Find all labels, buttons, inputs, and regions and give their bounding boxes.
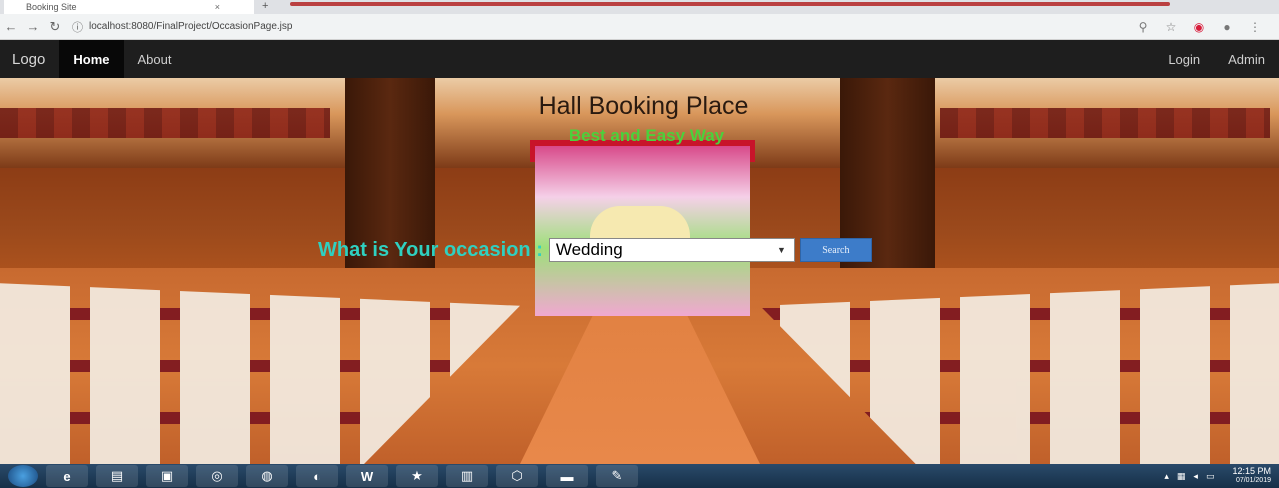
start-button-icon[interactable] xyxy=(8,465,38,487)
media-icon[interactable]: ▣ xyxy=(146,465,188,487)
word-icon[interactable]: W xyxy=(346,465,388,487)
menu-icon[interactable]: ⋮ xyxy=(1241,20,1269,34)
tab-close-icon[interactable]: × xyxy=(215,2,220,12)
virtualbox-icon[interactable]: ⬡ xyxy=(496,465,538,487)
tray-up-arrow-icon[interactable]: ▴ xyxy=(1164,471,1169,482)
browser-tab[interactable]: Booking Site × xyxy=(4,0,254,14)
browser-tabstrip: Booking Site × + xyxy=(0,0,1279,14)
extension-icon[interactable]: ◉ xyxy=(1185,20,1213,34)
system-tray: ▴ ▦ ◂ ▭ 12:15 PM 07/01/2019 xyxy=(1156,466,1279,486)
taskbar-clock[interactable]: 12:15 PM 07/01/2019 xyxy=(1224,466,1271,486)
office-icon[interactable]: ▥ xyxy=(446,465,488,487)
nav-item-login[interactable]: Login xyxy=(1154,40,1214,78)
zoom-icon[interactable]: ⚲ xyxy=(1129,20,1157,34)
info-icon[interactable]: ⓘ xyxy=(72,19,83,35)
tab-title: Booking Site xyxy=(26,2,77,12)
ie-icon[interactable]: e xyxy=(46,465,88,487)
tab-accent-bar xyxy=(290,2,1170,6)
terminal-icon[interactable]: ▬ xyxy=(546,465,588,487)
explorer-icon[interactable]: ▤ xyxy=(96,465,138,487)
star-app-icon[interactable]: ★ xyxy=(396,465,438,487)
nav-item-about[interactable]: About xyxy=(124,40,186,78)
url-field[interactable]: ⓘ localhost:8080/FinalProject/OccasionPa… xyxy=(72,17,1129,37)
new-tab-icon[interactable]: + xyxy=(262,0,268,12)
chrome-icon[interactable]: ◎ xyxy=(196,465,238,487)
clock-date: 07/01/2019 xyxy=(1235,477,1271,484)
tray-battery-icon[interactable]: ▭ xyxy=(1206,471,1215,482)
occasion-label: What is Your occasion : xyxy=(318,238,543,261)
reload-icon[interactable]: ↻ xyxy=(44,19,66,35)
chevron-down-icon: ▼ xyxy=(776,245,786,255)
star-icon[interactable]: ☆ xyxy=(1157,20,1185,34)
occasion-select[interactable]: Wedding ▼ xyxy=(548,238,795,262)
browser-actions: ⚲ ☆ ◉ ● ⋮ xyxy=(1129,20,1269,34)
back-arrow-icon[interactable]: ← xyxy=(0,19,22,34)
site-logo[interactable]: Logo xyxy=(0,51,59,68)
eclipse-icon[interactable]: ◐ xyxy=(296,465,338,487)
address-bar: ← → ↻ ⓘ localhost:8080/FinalProject/Occa… xyxy=(0,14,1279,40)
nav-item-admin[interactable]: Admin xyxy=(1214,40,1279,78)
paint-icon[interactable]: ✎ xyxy=(596,465,638,487)
clock-time: 12:15 PM xyxy=(1232,466,1271,476)
url-text: localhost:8080/FinalProject/OccasionPage… xyxy=(89,21,293,32)
occasion-selected-value: Wedding xyxy=(555,240,623,259)
search-button[interactable]: Search xyxy=(799,238,872,262)
profile-icon[interactable]: ● xyxy=(1213,20,1241,34)
forward-arrow-icon[interactable]: → xyxy=(22,19,44,34)
page-subtitle: Best and Easy Way xyxy=(568,126,725,145)
page-title: Hall Booking Place xyxy=(538,92,749,120)
hero-banner: Hall Booking Place Best and Easy Way Wha… xyxy=(0,78,1279,464)
site-navbar: Logo Home About Login Admin xyxy=(0,40,1279,78)
occasion-search-form: What is Your occasion : Wedding ▼ Search xyxy=(318,236,872,264)
nav-item-home[interactable]: Home xyxy=(59,40,124,78)
tray-volume-icon[interactable]: ◂ xyxy=(1193,471,1198,482)
firefox-icon[interactable]: ◍ xyxy=(246,465,288,487)
tray-network-icon[interactable]: ▦ xyxy=(1177,471,1186,482)
windows-taskbar: e ▤ ▣ ◎ ◍ ◐ W ★ ▥ ⬡ ▬ ✎ ▴ ▦ ◂ ▭ 12:15 PM… xyxy=(0,464,1279,488)
